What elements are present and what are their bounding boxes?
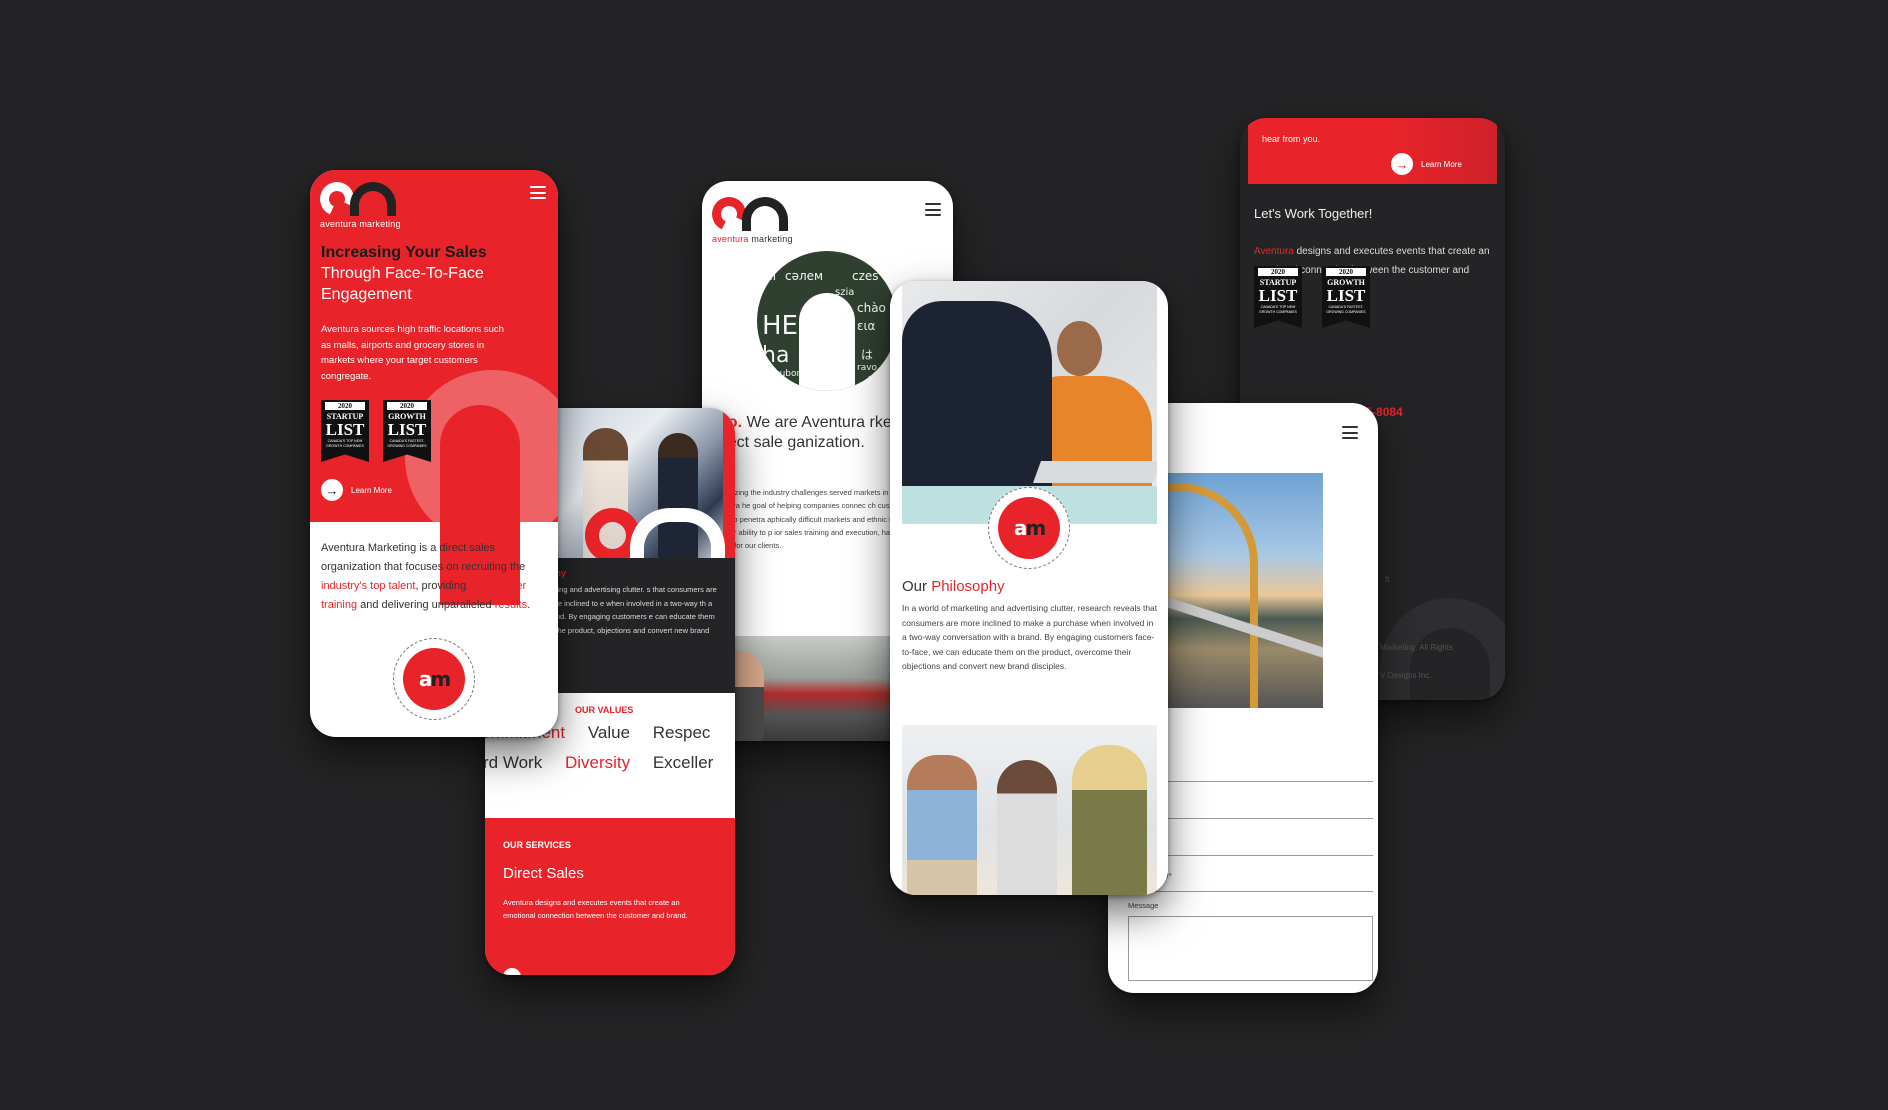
hamburger-icon[interactable] <box>925 203 941 216</box>
text-accent: Aventura <box>1254 246 1294 257</box>
hello-languages-graphic: ail cәлем czes szia chào HE εια ha sawub… <box>757 251 897 391</box>
badge-year: 2020 <box>1325 267 1367 277</box>
startup-list-badge: 2020 STARTUP LIST CANADA'S TOP NEW GROWT… <box>321 400 369 462</box>
learn-more-button[interactable]: → Learn More <box>1391 153 1462 175</box>
body-text: Aventura Marketing is a direct sales org… <box>321 542 526 573</box>
aventura-logo[interactable]: aventura marketing <box>315 177 401 229</box>
am-logo-icon <box>315 177 398 221</box>
credit-text: V Designs Inc. <box>1380 671 1432 680</box>
growth-list-badge: 2020 GROWTH LIST CANADA'S FASTEST-GROWIN… <box>1322 266 1370 328</box>
value-item: Respec <box>652 723 711 742</box>
learn-more-button[interactable]: → Learn More <box>321 479 392 501</box>
hero-subtext: Aventura sources high traffic locations … <box>321 324 504 382</box>
badge-year: 2020 <box>324 401 366 411</box>
am-logo-overlay <box>585 508 725 568</box>
values-label: OUR VALUES <box>575 705 634 715</box>
service-arrow-button[interactable] <box>503 968 521 975</box>
aventura-logo[interactable]: aventura marketing <box>707 192 793 244</box>
services-label: OUR SERVICES <box>503 840 571 850</box>
accent-text: industry's top talent <box>321 580 416 592</box>
value-item: Exceller <box>652 753 714 772</box>
philosophy-text: In a world of marketing and advertising … <box>902 603 1158 671</box>
retail-photo <box>902 725 1157 895</box>
growth-list-badge: 2020 GROWTH LIST CANADA'S FASTEST-GROWIN… <box>383 400 431 462</box>
message-textarea[interactable] <box>1128 916 1373 981</box>
message-label: Message <box>1128 901 1159 910</box>
arrow-right-icon: → <box>321 479 343 501</box>
footer-fragment: ft <box>1385 575 1390 584</box>
hero-section: aventura marketing Increasing Your Sales… <box>310 170 558 605</box>
about-text: Aventura Marketing is a direct sales org… <box>321 539 546 615</box>
badge-year: 2020 <box>386 401 428 411</box>
badge-year: 2020 <box>1257 267 1299 277</box>
logo-wordmark: aventura marketing <box>712 234 793 244</box>
phone-philosophy: am Our Philosophy In a world of marketin… <box>890 281 1168 895</box>
phone-number-field[interactable] <box>1128 891 1373 892</box>
work-together-heading: Let's Work Together! <box>1254 206 1373 221</box>
banner-text: hear from you. <box>1262 134 1321 144</box>
value-item: Diversity <box>564 753 631 772</box>
aventura-seal-icon: am <box>988 487 1070 569</box>
accent-text: results <box>494 599 528 611</box>
hamburger-icon[interactable] <box>1342 426 1358 439</box>
body-text: , providing <box>415 580 470 592</box>
badge-title-main: LIST <box>1258 286 1298 305</box>
mockup-stage: hear from you. → Learn More Let's Work T… <box>0 0 1888 1110</box>
hero-headline: Increasing Your Sales Through Face-To-Fac… <box>321 244 487 303</box>
service-title: Direct Sales <box>503 865 584 882</box>
phone-home: aventura marketing Increasing Your Sales… <box>310 170 558 737</box>
service-text: Aventura designs and executes events tha… <box>503 898 688 920</box>
badge-caption: CANADA'S FASTEST-GROWING COMPANIES <box>1326 305 1366 314</box>
badge-caption: CANADA'S FASTEST-GROWING COMPANIES <box>387 439 427 448</box>
copyright-text: Marketing. All Rights <box>1380 643 1453 652</box>
learn-more-label: Learn More <box>1421 159 1462 169</box>
value-item: rd Work <box>485 753 543 772</box>
badge-caption: CANADA'S TOP NEW GROWTH COMPANIES <box>1259 305 1297 314</box>
badge-title-main: LIST <box>325 420 365 439</box>
badge-title-main: LIST <box>1326 286 1366 305</box>
logo-wordmark: aventura marketing <box>320 219 401 229</box>
am-logo-icon <box>707 192 790 236</box>
startup-list-badge: 2020 STARTUP LIST CANADA'S TOP NEW GROWT… <box>1254 266 1302 328</box>
hamburger-icon[interactable] <box>530 186 546 199</box>
body-text: and delivering unparalleled <box>357 599 495 611</box>
badge-title-main: LIST <box>387 420 427 439</box>
services-section: OUR SERVICES Direct Sales Aventura desig… <box>485 818 735 975</box>
badge-caption: CANADA'S TOP NEW GROWTH COMPANIES <box>326 439 364 448</box>
cta-banner: hear from you. → Learn More <box>1248 118 1497 184</box>
arrow-right-icon: → <box>1391 153 1413 175</box>
value-item: Value <box>587 723 631 742</box>
philosophy-heading: Our Philosophy <box>902 578 1005 595</box>
aventura-seal-icon: am <box>393 638 475 720</box>
values-row: rd Work Diversity Exceller <box>485 753 731 773</box>
learn-more-label: Learn More <box>351 485 392 495</box>
body-text: . <box>527 599 531 611</box>
